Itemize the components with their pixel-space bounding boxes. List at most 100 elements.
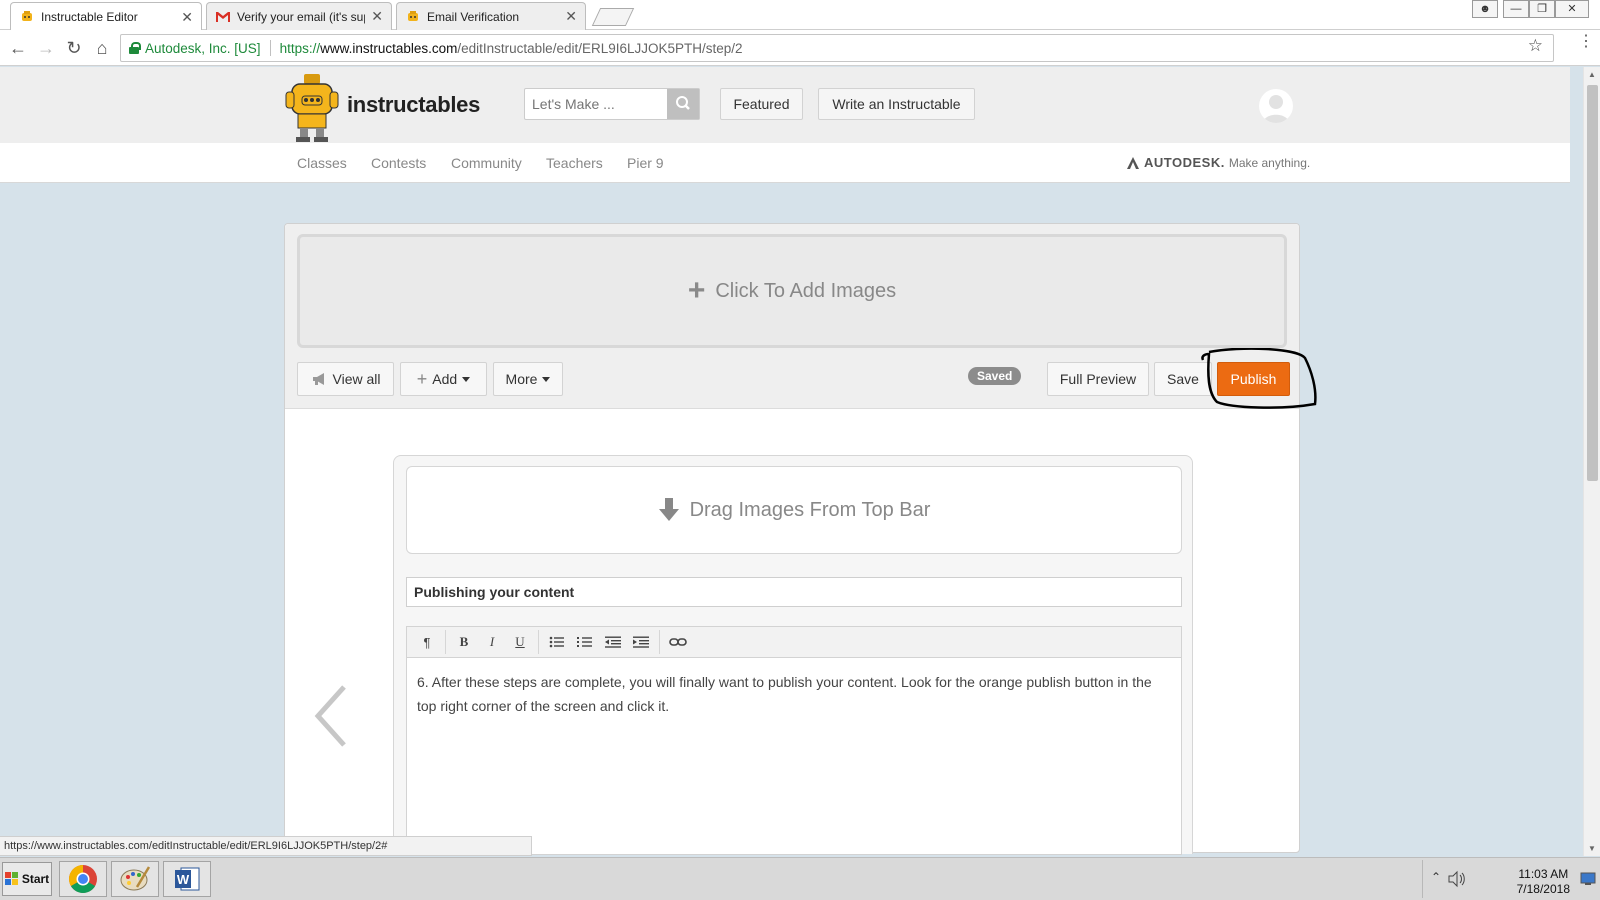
autodesk-tagline: Make anything. bbox=[1228, 155, 1311, 170]
plus-icon: + bbox=[416, 368, 428, 389]
view-all-button[interactable]: View all bbox=[297, 362, 394, 396]
more-button[interactable]: More bbox=[493, 362, 563, 396]
site-subnav: Classes Contests Community Teachers Pier… bbox=[0, 143, 1570, 183]
underline-icon[interactable]: U bbox=[506, 630, 534, 654]
user-silhouette-icon bbox=[1263, 95, 1289, 123]
nav-teachers[interactable]: Teachers bbox=[546, 155, 603, 171]
user-avatar[interactable] bbox=[1259, 89, 1293, 123]
view-all-label: View all bbox=[332, 371, 381, 387]
user-profile-icon[interactable]: ☻ bbox=[1472, 0, 1498, 18]
hand-drawn-circle-annotation bbox=[1201, 348, 1317, 409]
reload-icon[interactable]: ↻ bbox=[62, 36, 86, 60]
step-card: Drag Images From Top Bar Publishing your… bbox=[393, 455, 1193, 855]
forward-arrow-icon[interactable]: → bbox=[34, 36, 58, 60]
nav-classes[interactable]: Classes bbox=[297, 155, 347, 171]
caret-down-icon bbox=[462, 376, 471, 382]
add-button[interactable]: + Add bbox=[400, 362, 487, 396]
word-icon: W bbox=[175, 867, 200, 891]
nav-contests[interactable]: Contests bbox=[371, 155, 426, 171]
browser-toolbar: ← → ↻ ⌂ Autodesk, Inc. [US] https://www.… bbox=[0, 30, 1600, 66]
autodesk-logo-icon bbox=[1127, 156, 1139, 169]
indent-icon[interactable] bbox=[627, 630, 655, 654]
window-close-icon[interactable]: ✕ bbox=[1555, 0, 1589, 18]
bookmark-star-icon[interactable]: ☆ bbox=[1528, 36, 1543, 56]
tab-label: Verify your email (it's sup bbox=[237, 9, 366, 24]
plus-icon: + bbox=[687, 274, 706, 307]
taskbar-word[interactable]: W bbox=[163, 861, 211, 897]
close-icon[interactable]: ✕ bbox=[371, 8, 383, 25]
restore-icon[interactable]: ❐ bbox=[1529, 0, 1555, 18]
numbered-list-icon[interactable] bbox=[571, 630, 599, 654]
more-label: More bbox=[505, 371, 538, 387]
scrollbar-thumb[interactable] bbox=[1587, 85, 1598, 481]
minimize-icon[interactable]: — bbox=[1503, 0, 1529, 18]
page-scrollbar[interactable]: ▲ ▼ bbox=[1583, 67, 1600, 856]
clock-time: 11:03 AM bbox=[1518, 867, 1569, 881]
search-button[interactable] bbox=[667, 89, 699, 119]
megaphone-icon bbox=[312, 373, 324, 385]
editor-top-panel: + Click To Add Images View all + Add Mor… bbox=[285, 224, 1317, 409]
tray-expand-icon[interactable]: ⌃ bbox=[1431, 870, 1441, 884]
site-search bbox=[524, 88, 700, 120]
url-host: www.instructables.com bbox=[320, 40, 458, 56]
clock-date: 7/18/2018 bbox=[1516, 882, 1570, 896]
taskbar-paint[interactable] bbox=[111, 861, 159, 897]
close-icon[interactable]: ✕ bbox=[181, 9, 193, 26]
url-path: /editInstructable/edit/ERL9I6LJJOK5PTH/s… bbox=[457, 40, 743, 56]
add-images-area[interactable]: + Click To Add Images bbox=[297, 234, 1287, 348]
show-desktop-icon[interactable] bbox=[1580, 872, 1596, 886]
step-body-editor[interactable]: 6. After these steps are complete, you w… bbox=[406, 658, 1182, 855]
nav-community[interactable]: Community bbox=[451, 155, 522, 171]
address-separator bbox=[269, 40, 271, 56]
toolbar-separator bbox=[538, 630, 539, 654]
site-logo-text[interactable]: instructables bbox=[347, 92, 480, 118]
nav-pier-9[interactable]: Pier 9 bbox=[627, 155, 664, 171]
bulleted-list-icon[interactable] bbox=[543, 630, 571, 654]
instructables-robot-logo-icon[interactable] bbox=[284, 72, 340, 144]
back-arrow-icon[interactable]: ← bbox=[6, 36, 30, 60]
chevron-left-icon[interactable] bbox=[314, 685, 348, 747]
taskbar-chrome[interactable] bbox=[59, 861, 107, 897]
chrome-icon bbox=[69, 865, 97, 893]
featured-button[interactable]: Featured bbox=[720, 88, 803, 120]
secure-org-label: Autodesk, Inc. [US] bbox=[145, 40, 261, 56]
bold-icon[interactable]: B bbox=[450, 630, 478, 654]
step-title-input[interactable]: Publishing your content bbox=[406, 577, 1182, 607]
search-input[interactable] bbox=[525, 89, 669, 119]
add-label: Add bbox=[432, 371, 458, 387]
drag-images-dropzone[interactable]: Drag Images From Top Bar bbox=[406, 466, 1182, 554]
start-label: Start bbox=[21, 872, 50, 886]
address-bar[interactable]: Autodesk, Inc. [US] https://www.instruct… bbox=[120, 34, 1554, 62]
scroll-up-icon[interactable]: ▲ bbox=[1588, 70, 1596, 79]
gmail-icon bbox=[216, 11, 230, 22]
paint-palette-icon bbox=[120, 866, 151, 891]
os-taskbar: Start W ⌃ 11:03 AM 7/18/2018 bbox=[0, 857, 1600, 900]
tab-verify-email[interactable]: Verify your email (it's sup ✕ bbox=[206, 2, 392, 30]
write-instructable-button[interactable]: Write an Instructable bbox=[818, 88, 975, 120]
saved-status-badge: Saved bbox=[968, 367, 1022, 385]
full-preview-button[interactable]: Full Preview bbox=[1047, 362, 1149, 396]
arrow-down-icon bbox=[658, 498, 679, 521]
paragraph-format-icon[interactable]: ¶ bbox=[413, 630, 441, 654]
start-button[interactable]: Start bbox=[2, 862, 52, 896]
system-clock[interactable]: 11:03 AM 7/18/2018 bbox=[1517, 867, 1570, 897]
drag-images-label: Drag Images From Top Bar bbox=[689, 498, 931, 521]
link-icon[interactable] bbox=[664, 630, 692, 654]
autodesk-brand[interactable]: AUTODESK. Make anything. bbox=[1126, 155, 1310, 170]
scroll-down-icon[interactable]: ▼ bbox=[1588, 844, 1596, 853]
tab-email-verification[interactable]: Email Verification ✕ bbox=[396, 2, 586, 30]
new-tab-button[interactable] bbox=[591, 8, 635, 26]
tab-instructable-editor[interactable]: Instructable Editor ✕ bbox=[10, 2, 202, 31]
browser-tab-strip: Instructable Editor ✕ Verify your email … bbox=[0, 0, 1600, 31]
rich-text-toolbar: ¶ B I U bbox=[406, 626, 1182, 658]
robot-favicon-icon bbox=[22, 11, 32, 21]
home-icon[interactable]: ⌂ bbox=[90, 36, 114, 60]
outdent-icon[interactable] bbox=[599, 630, 627, 654]
instructable-editor: + Click To Add Images View all + Add Mor… bbox=[284, 223, 1317, 855]
system-tray: ⌃ 11:03 AM 7/18/2018 bbox=[1422, 860, 1600, 898]
menu-dots-icon[interactable]: ⋮ bbox=[1578, 34, 1594, 50]
close-icon[interactable]: ✕ bbox=[565, 8, 577, 25]
volume-icon[interactable] bbox=[1447, 870, 1467, 888]
url-scheme: https:// bbox=[279, 40, 321, 56]
italic-icon[interactable]: I bbox=[478, 630, 506, 654]
